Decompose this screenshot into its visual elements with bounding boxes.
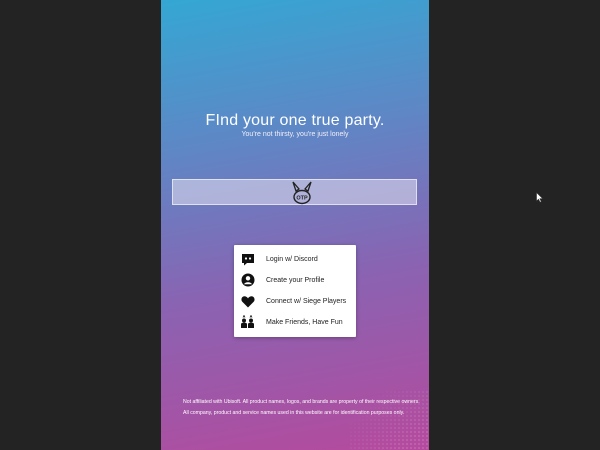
logo-text: OTP [296,196,308,202]
feature-label: Create your Profile [266,276,325,284]
right-dark-margin [429,0,600,450]
heart-icon [240,294,255,309]
hero-subtitle: You're not thirsty, you're just lonely [241,131,349,138]
feature-label: Make Friends, Have Fun [266,318,343,326]
landing-panel: FInd your one true party. You're not thi… [161,0,429,450]
left-dark-margin [0,0,161,450]
feature-connect-players[interactable]: Connect w/ Siege Players [240,291,354,311]
logo-banner: OTP [172,179,417,205]
feature-login-discord[interactable]: Login w/ Discord [240,249,354,269]
profile-icon [240,273,255,288]
feature-card: Login w/ Discord Create your Profile Con… [234,245,356,337]
feature-label: Login w/ Discord [266,255,318,263]
bunny-logo-icon: OTP [291,180,313,206]
feature-make-friends[interactable]: Make Friends, Have Fun [240,312,354,332]
mouse-pointer-icon [536,190,544,203]
discord-icon [240,252,255,267]
hero-title: FInd your one true party. [205,112,385,129]
footer-disclaimer: Not affiliated with Ubisoft. All product… [183,399,420,416]
feature-label: Connect w/ Siege Players [266,297,347,305]
friends-icon [240,315,255,330]
feature-create-profile[interactable]: Create your Profile [240,270,354,290]
